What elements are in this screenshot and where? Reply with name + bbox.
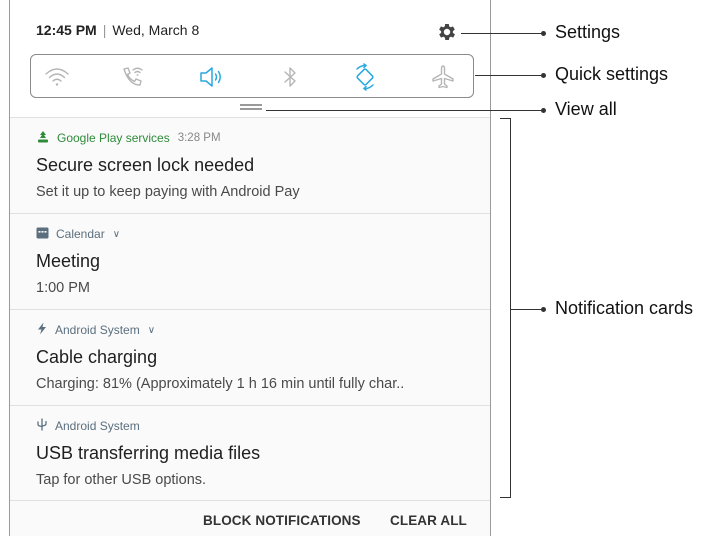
android-pay-icon	[36, 130, 50, 147]
notification-panel: 12:45 PM | Wed, March 8 Google Play serv…	[9, 0, 491, 536]
notification-card[interactable]: Android System ∨ Cable charging Charging…	[10, 309, 490, 405]
settings-callout: Settings	[555, 22, 621, 42]
quick-settings-leader-line	[475, 75, 543, 76]
bolt-icon	[36, 322, 48, 338]
calendar-icon	[36, 226, 49, 242]
chevron-down-icon[interactable]: ∨	[113, 229, 120, 240]
notification-body: Set it up to keep paying with Android Pa…	[36, 184, 300, 200]
notification-title: Secure screen lock needed	[36, 155, 255, 175]
usb-icon	[36, 418, 48, 434]
notification-card[interactable]: Android System USB transferring media fi…	[10, 405, 490, 501]
airplane-mode-icon[interactable]	[429, 63, 457, 91]
notification-time: 3:28 PM	[177, 132, 221, 144]
notification-cards-leader-dot	[541, 307, 546, 312]
notification-body: Charging: 81% (Approximately 1 h 16 min …	[36, 376, 405, 392]
settings-leader-line	[461, 33, 543, 34]
chevron-down-icon[interactable]: ∨	[148, 325, 155, 336]
notification-cards-leader-line	[511, 309, 543, 310]
notification-actions: BLOCK NOTIFICATIONS CLEAR ALL	[10, 500, 490, 536]
status-time: 12:45 PM	[36, 22, 97, 38]
status-separator: |	[102, 22, 107, 38]
status-date: Wed, March 8	[112, 22, 200, 38]
quick-settings-leader-dot	[541, 73, 546, 78]
notification-cards-callout: Notification cards	[555, 298, 694, 318]
wifi-icon[interactable]	[43, 63, 71, 91]
notification-app-name: Calendar	[56, 227, 105, 241]
settings-leader-dot	[541, 31, 546, 36]
wifi-calling-icon[interactable]	[119, 63, 147, 91]
gear-icon[interactable]	[436, 21, 458, 43]
view-all-handle[interactable]	[240, 104, 262, 110]
quick-settings-callout: Quick settings	[555, 64, 669, 84]
view-all-leader-line	[266, 110, 543, 111]
notification-body: Tap for other USB options.	[36, 472, 207, 488]
notification-title: Meeting	[36, 251, 101, 271]
notification-app-name: Android System	[55, 323, 140, 337]
notification-body: 1:00 PM	[36, 280, 90, 296]
notification-list: Google Play services 3:28 PM Secure scre…	[10, 117, 490, 501]
auto-rotate-icon[interactable]	[351, 63, 379, 91]
sound-icon[interactable]	[197, 63, 225, 91]
notification-card[interactable]: Calendar ∨ Meeting 1:00 PM	[10, 213, 490, 309]
notification-card[interactable]: Google Play services 3:28 PM Secure scre…	[10, 117, 490, 213]
view-all-callout: View all	[555, 99, 617, 119]
notification-title: Cable charging	[36, 347, 158, 367]
quick-settings-bar	[30, 54, 474, 98]
notification-app-name: Google Play services	[57, 131, 170, 145]
clear-all-button[interactable]: CLEAR ALL	[390, 513, 467, 528]
notification-cards-bracket	[500, 118, 511, 498]
notification-app-name: Android System	[55, 419, 140, 433]
view-all-leader-dot	[541, 108, 546, 113]
notification-title: USB transferring media files	[36, 443, 261, 463]
block-notifications-button[interactable]: BLOCK NOTIFICATIONS	[203, 513, 361, 528]
status-row: 12:45 PM | Wed, March 8	[36, 22, 199, 38]
bluetooth-icon[interactable]	[276, 63, 304, 91]
